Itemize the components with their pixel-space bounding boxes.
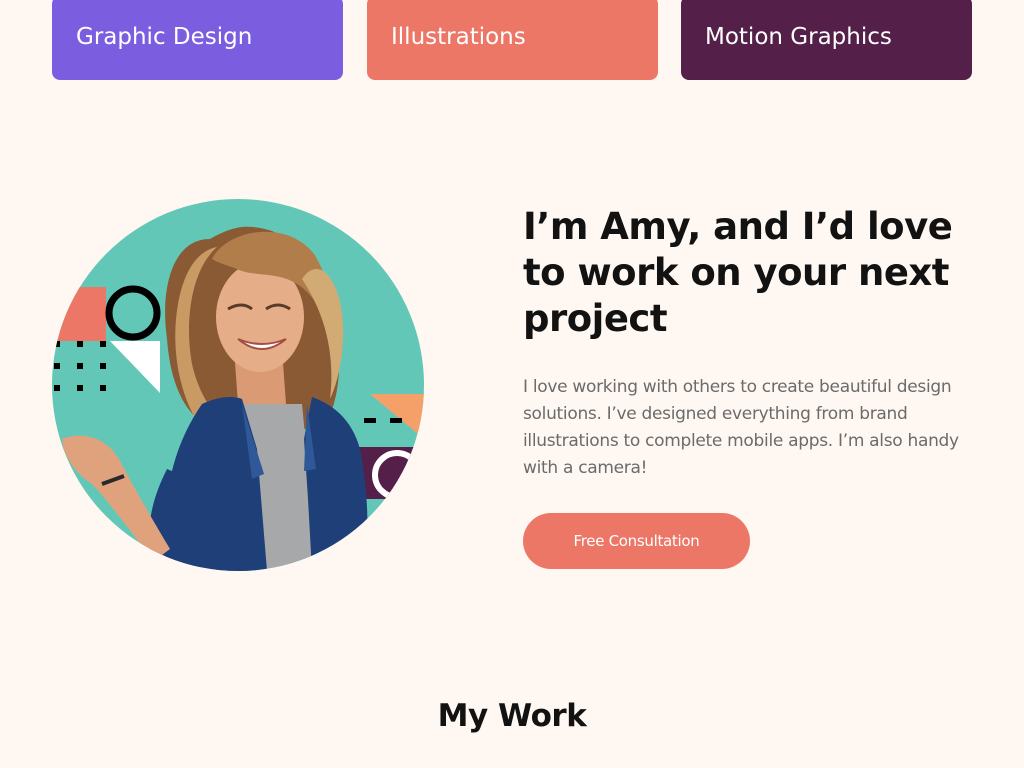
hero-headline: I’m Amy, and I’d love to work on your ne… [523, 205, 953, 340]
category-label: Motion Graphics [705, 24, 892, 50]
category-label: Illustrations [391, 24, 526, 50]
profile-photo [52, 199, 424, 571]
dash-shape [390, 418, 402, 423]
category-card-graphic-design[interactable]: Graphic Design [52, 0, 343, 80]
category-label: Graphic Design [76, 24, 253, 50]
dash-shape [364, 418, 376, 423]
free-consultation-button[interactable]: Free Consultation [523, 513, 750, 569]
category-card-motion-graphics[interactable]: Motion Graphics [681, 0, 972, 80]
my-work-heading: My Work [437, 698, 587, 734]
coral-square-shape [52, 287, 106, 341]
hero-bio: I love working with others to create bea… [523, 377, 959, 478]
category-card-illustrations[interactable]: Illustrations [367, 0, 658, 80]
page: Graphic Design Illustrations Motion Grap… [0, 0, 1024, 768]
